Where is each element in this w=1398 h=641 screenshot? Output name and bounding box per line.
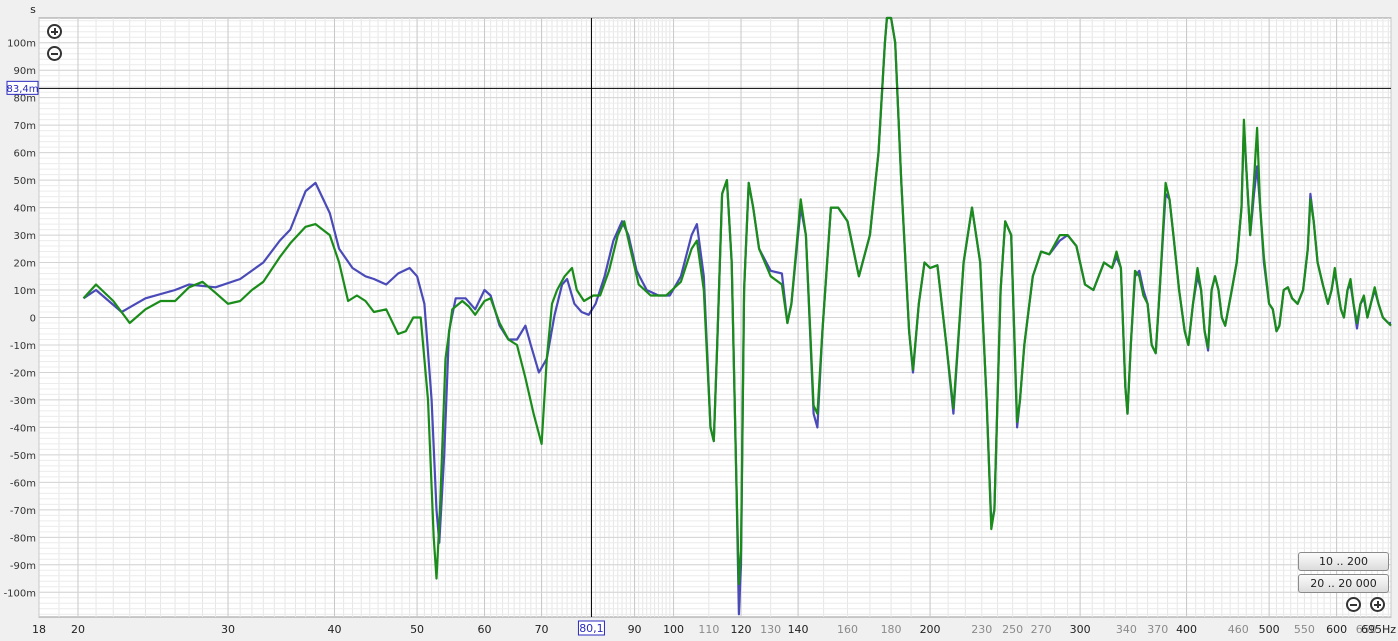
y-tick-label: -20m [10, 368, 36, 379]
y-tick-label: 60m [14, 149, 36, 160]
x-tick-label: 160 [837, 623, 858, 636]
x-tick-label: 110 [698, 623, 719, 636]
x-tick-label: 460 [1228, 623, 1249, 636]
zoom-in-vertical-icon[interactable] [47, 24, 62, 39]
x-tick-label: 500 [1259, 623, 1280, 636]
y-tick-label: -100m [4, 588, 36, 599]
range-10-200-button[interactable]: 10 .. 200 [1298, 552, 1389, 571]
zoom-out-horizontal-icon[interactable] [1346, 597, 1361, 612]
x-tick-label: 30 [221, 623, 235, 636]
x-tick-label: 600 [1326, 623, 1347, 636]
range-20-20000-button[interactable]: 20 .. 20 000 [1298, 574, 1389, 593]
x-tick-label: 200 [920, 623, 941, 636]
x-tick-label: 140 [788, 623, 809, 636]
x-tick-label: 120 [731, 623, 752, 636]
y-tick-label: 100m [7, 39, 36, 50]
y-tick-label: -40m [10, 423, 36, 434]
x-tick-label: 50 [410, 623, 424, 636]
y-tick-label: 70m [14, 121, 36, 132]
x-tick-label: 130 [760, 623, 781, 636]
y-tick-label: 20m [14, 259, 36, 270]
x-tick-label: 250 [1002, 623, 1023, 636]
y-tick-label: -80m [10, 533, 36, 544]
y-tick-label: 90m [14, 66, 36, 77]
x-tick-label: 400 [1176, 623, 1197, 636]
x-tick-label: 270 [1031, 623, 1052, 636]
y-tick-label: -50m [10, 451, 36, 462]
y-tick-label: -60m [10, 478, 36, 489]
y-tick-label: -70m [10, 506, 36, 517]
x-tick-label: 70 [535, 623, 549, 636]
chart-svg[interactable]: 100m 90m 80m 70m 60m 50m 40m 30m 20m 10m 0 -10m -20m… [0, 0, 1398, 641]
cursor-y-value: 83,4m [6, 84, 38, 95]
cursor-x-value: 80,1 [579, 622, 604, 635]
y-tick-label: 30m [14, 231, 36, 242]
zoom-in-horizontal-icon[interactable] [1370, 597, 1385, 612]
x-tick-label: 300 [1070, 623, 1091, 636]
x-tick-label: 550 [1294, 623, 1315, 636]
x-tick-label: 60 [478, 623, 492, 636]
y-tick-label: 80m [14, 94, 36, 105]
x-tick-label: 20 [71, 623, 85, 636]
x-tick-label: 695Hz [1361, 623, 1396, 636]
x-tick-label: 40 [327, 623, 341, 636]
x-tick-label: 100 [663, 623, 684, 636]
y-tick-label: 0 [30, 314, 36, 325]
x-tick-label: 230 [971, 623, 992, 636]
y-tick-label: 40m [14, 204, 36, 215]
x-tick-label: 18 [32, 623, 46, 636]
unit-label: s [30, 3, 36, 16]
y-tick-label: -90m [10, 561, 36, 572]
y-tick-label: 50m [14, 176, 36, 187]
y-tick-label: -10m [10, 341, 36, 352]
zoom-out-vertical-icon[interactable] [47, 46, 62, 61]
x-tick-label: 370 [1147, 623, 1168, 636]
x-tick-label: 180 [881, 623, 902, 636]
y-tick-label: -30m [10, 396, 36, 407]
x-tick-label: 340 [1116, 623, 1137, 636]
y-tick-label: 10m [14, 286, 36, 297]
x-tick-label: 90 [628, 623, 642, 636]
